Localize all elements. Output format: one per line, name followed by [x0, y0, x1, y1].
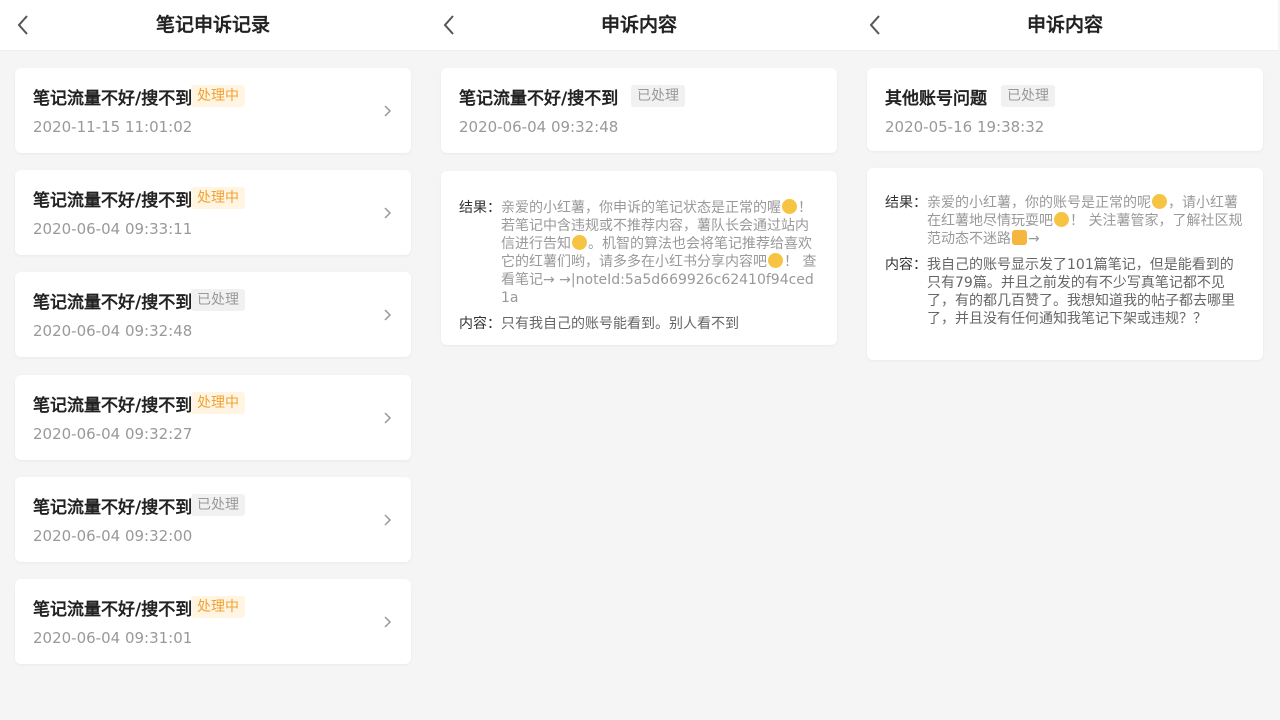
emoji-icon [1012, 230, 1027, 245]
record-time: 2020-06-04 09:32:00 [33, 527, 193, 545]
page-title: 申诉内容 [1026, 14, 1103, 36]
appeal-record-item[interactable]: 笔记流量不好/搜不到 处理中 2020-11-15 11:01:02 [15, 68, 411, 153]
record-title: 笔记流量不好/搜不到 [33, 396, 193, 416]
appeal-record-item[interactable]: 笔记流量不好/搜不到 已处理 2020-06-04 09:32:00 [15, 477, 411, 562]
screen-appeal-records: 笔记申诉记录 笔记流量不好/搜不到 处理中 2020-11-15 11:01:0… [0, 0, 426, 720]
chevron-right-icon [381, 102, 395, 120]
navbar: 申诉内容 [426, 0, 852, 51]
content-text: 只有我自己的账号能看到。别人看不到 [501, 316, 739, 332]
page-title: 笔记申诉记录 [155, 14, 270, 36]
record-title: 笔记流量不好/搜不到 [33, 600, 193, 620]
content-row: 内容： 我自己的账号显示发了101篇笔记，但是能看到的只有79篇。并且之前发的有… [885, 256, 1247, 328]
result-row: 结果： 亲爱的小红薯，你申诉的笔记状态是正常的喔！ 若笔记中含违规或不推荐内容，… [459, 199, 821, 307]
status-badge: 处理中 [191, 596, 245, 618]
result-text: 亲爱的小红薯，你的账号是正常的呢 ，请小红薯在红薯地尽情玩耍吧！ 关注薯管家，了解… [927, 194, 1243, 247]
result-label: 结果： [885, 195, 927, 211]
emoji-icon [572, 235, 587, 250]
status-badge: 已处理 [631, 85, 685, 107]
record-time: 2020-06-04 09:32:27 [33, 425, 193, 443]
appeal-record-item[interactable]: 笔记流量不好/搜不到 已处理 2020-06-04 09:32:48 [15, 272, 411, 357]
chevron-right-icon [381, 306, 395, 324]
page-title: 申诉内容 [600, 14, 677, 36]
record-time: 2020-06-04 09:32:48 [33, 322, 193, 340]
content-row: 内容： 只有我自己的账号能看到。别人看不到 [459, 315, 821, 333]
record-title: 笔记流量不好/搜不到 [33, 191, 193, 211]
appeal-record-item[interactable]: 笔记流量不好/搜不到 处理中 2020-06-04 09:32:27 [15, 375, 411, 460]
navbar: 笔记申诉记录 [0, 0, 426, 51]
record-time: 2020-11-15 11:01:02 [33, 118, 193, 136]
appeal-title: 笔记流量不好/搜不到 [459, 89, 619, 109]
navbar: 申诉内容 [852, 0, 1278, 51]
record-time: 2020-06-04 09:33:11 [33, 220, 193, 238]
emoji-icon [1054, 212, 1069, 227]
emoji-icon [782, 199, 797, 214]
status-badge: 已处理 [1001, 85, 1055, 107]
appeal-result-card: 结果： 亲爱的小红薯，你的账号是正常的呢 ，请小红薯在红薯地尽情玩耍吧！ 关注薯管… [867, 168, 1263, 360]
chevron-right-icon [381, 613, 395, 631]
chevron-right-icon [381, 511, 395, 529]
follow-link[interactable]: → [1028, 231, 1040, 247]
result-row: 结果： 亲爱的小红薯，你的账号是正常的呢 ，请小红薯在红薯地尽情玩耍吧！ 关注薯管… [885, 194, 1247, 248]
status-badge: 处理中 [191, 187, 245, 209]
content-label: 内容： [459, 316, 501, 332]
content-text: 我自己的账号显示发了101篇笔记，但是能看到的只有79篇。并且之前发的有不少写真… [927, 257, 1235, 327]
chevron-right-icon [381, 409, 395, 427]
appeal-title: 其他账号问题 [885, 89, 987, 109]
record-title: 笔记流量不好/搜不到 [33, 293, 193, 313]
appeal-result-card: 结果： 亲爱的小红薯，你申诉的笔记状态是正常的喔！ 若笔记中含违规或不推荐内容，… [441, 171, 837, 345]
record-time: 2020-06-04 09:31:01 [33, 629, 193, 647]
record-title: 笔记流量不好/搜不到 [33, 498, 193, 518]
result-label: 结果： [459, 200, 501, 216]
appeal-time: 2020-05-16 19:38:32 [885, 118, 1045, 136]
appeal-record-item[interactable]: 笔记流量不好/搜不到 处理中 2020-06-04 09:31:01 [15, 579, 411, 664]
chevron-right-icon [381, 204, 395, 222]
status-badge: 已处理 [191, 494, 245, 516]
status-badge: 处理中 [191, 392, 245, 414]
result-text: 亲爱的小红薯，你申诉的笔记状态是正常的喔！ 若笔记中含违规或不推荐内容，薯队长会… [501, 199, 817, 306]
appeal-summary-card: 笔记流量不好/搜不到 已处理 2020-06-04 09:32:48 [441, 68, 837, 153]
status-badge: 已处理 [191, 289, 245, 311]
appeal-record-item[interactable]: 笔记流量不好/搜不到 处理中 2020-06-04 09:33:11 [15, 170, 411, 255]
emoji-icon [1152, 194, 1167, 209]
appeal-time: 2020-06-04 09:32:48 [459, 118, 619, 136]
status-badge: 处理中 [191, 85, 245, 107]
record-title: 笔记流量不好/搜不到 [33, 89, 193, 109]
appeal-summary-card: 其他账号问题 已处理 2020-05-16 19:38:32 [867, 68, 1263, 151]
content-label: 内容： [885, 257, 927, 273]
screen-appeal-detail-account: 申诉内容 其他账号问题 已处理 2020-05-16 19:38:32 结果： … [852, 0, 1278, 720]
screen-appeal-detail-note: 申诉内容 笔记流量不好/搜不到 已处理 2020-06-04 09:32:48 … [426, 0, 852, 720]
emoji-icon [768, 253, 783, 268]
